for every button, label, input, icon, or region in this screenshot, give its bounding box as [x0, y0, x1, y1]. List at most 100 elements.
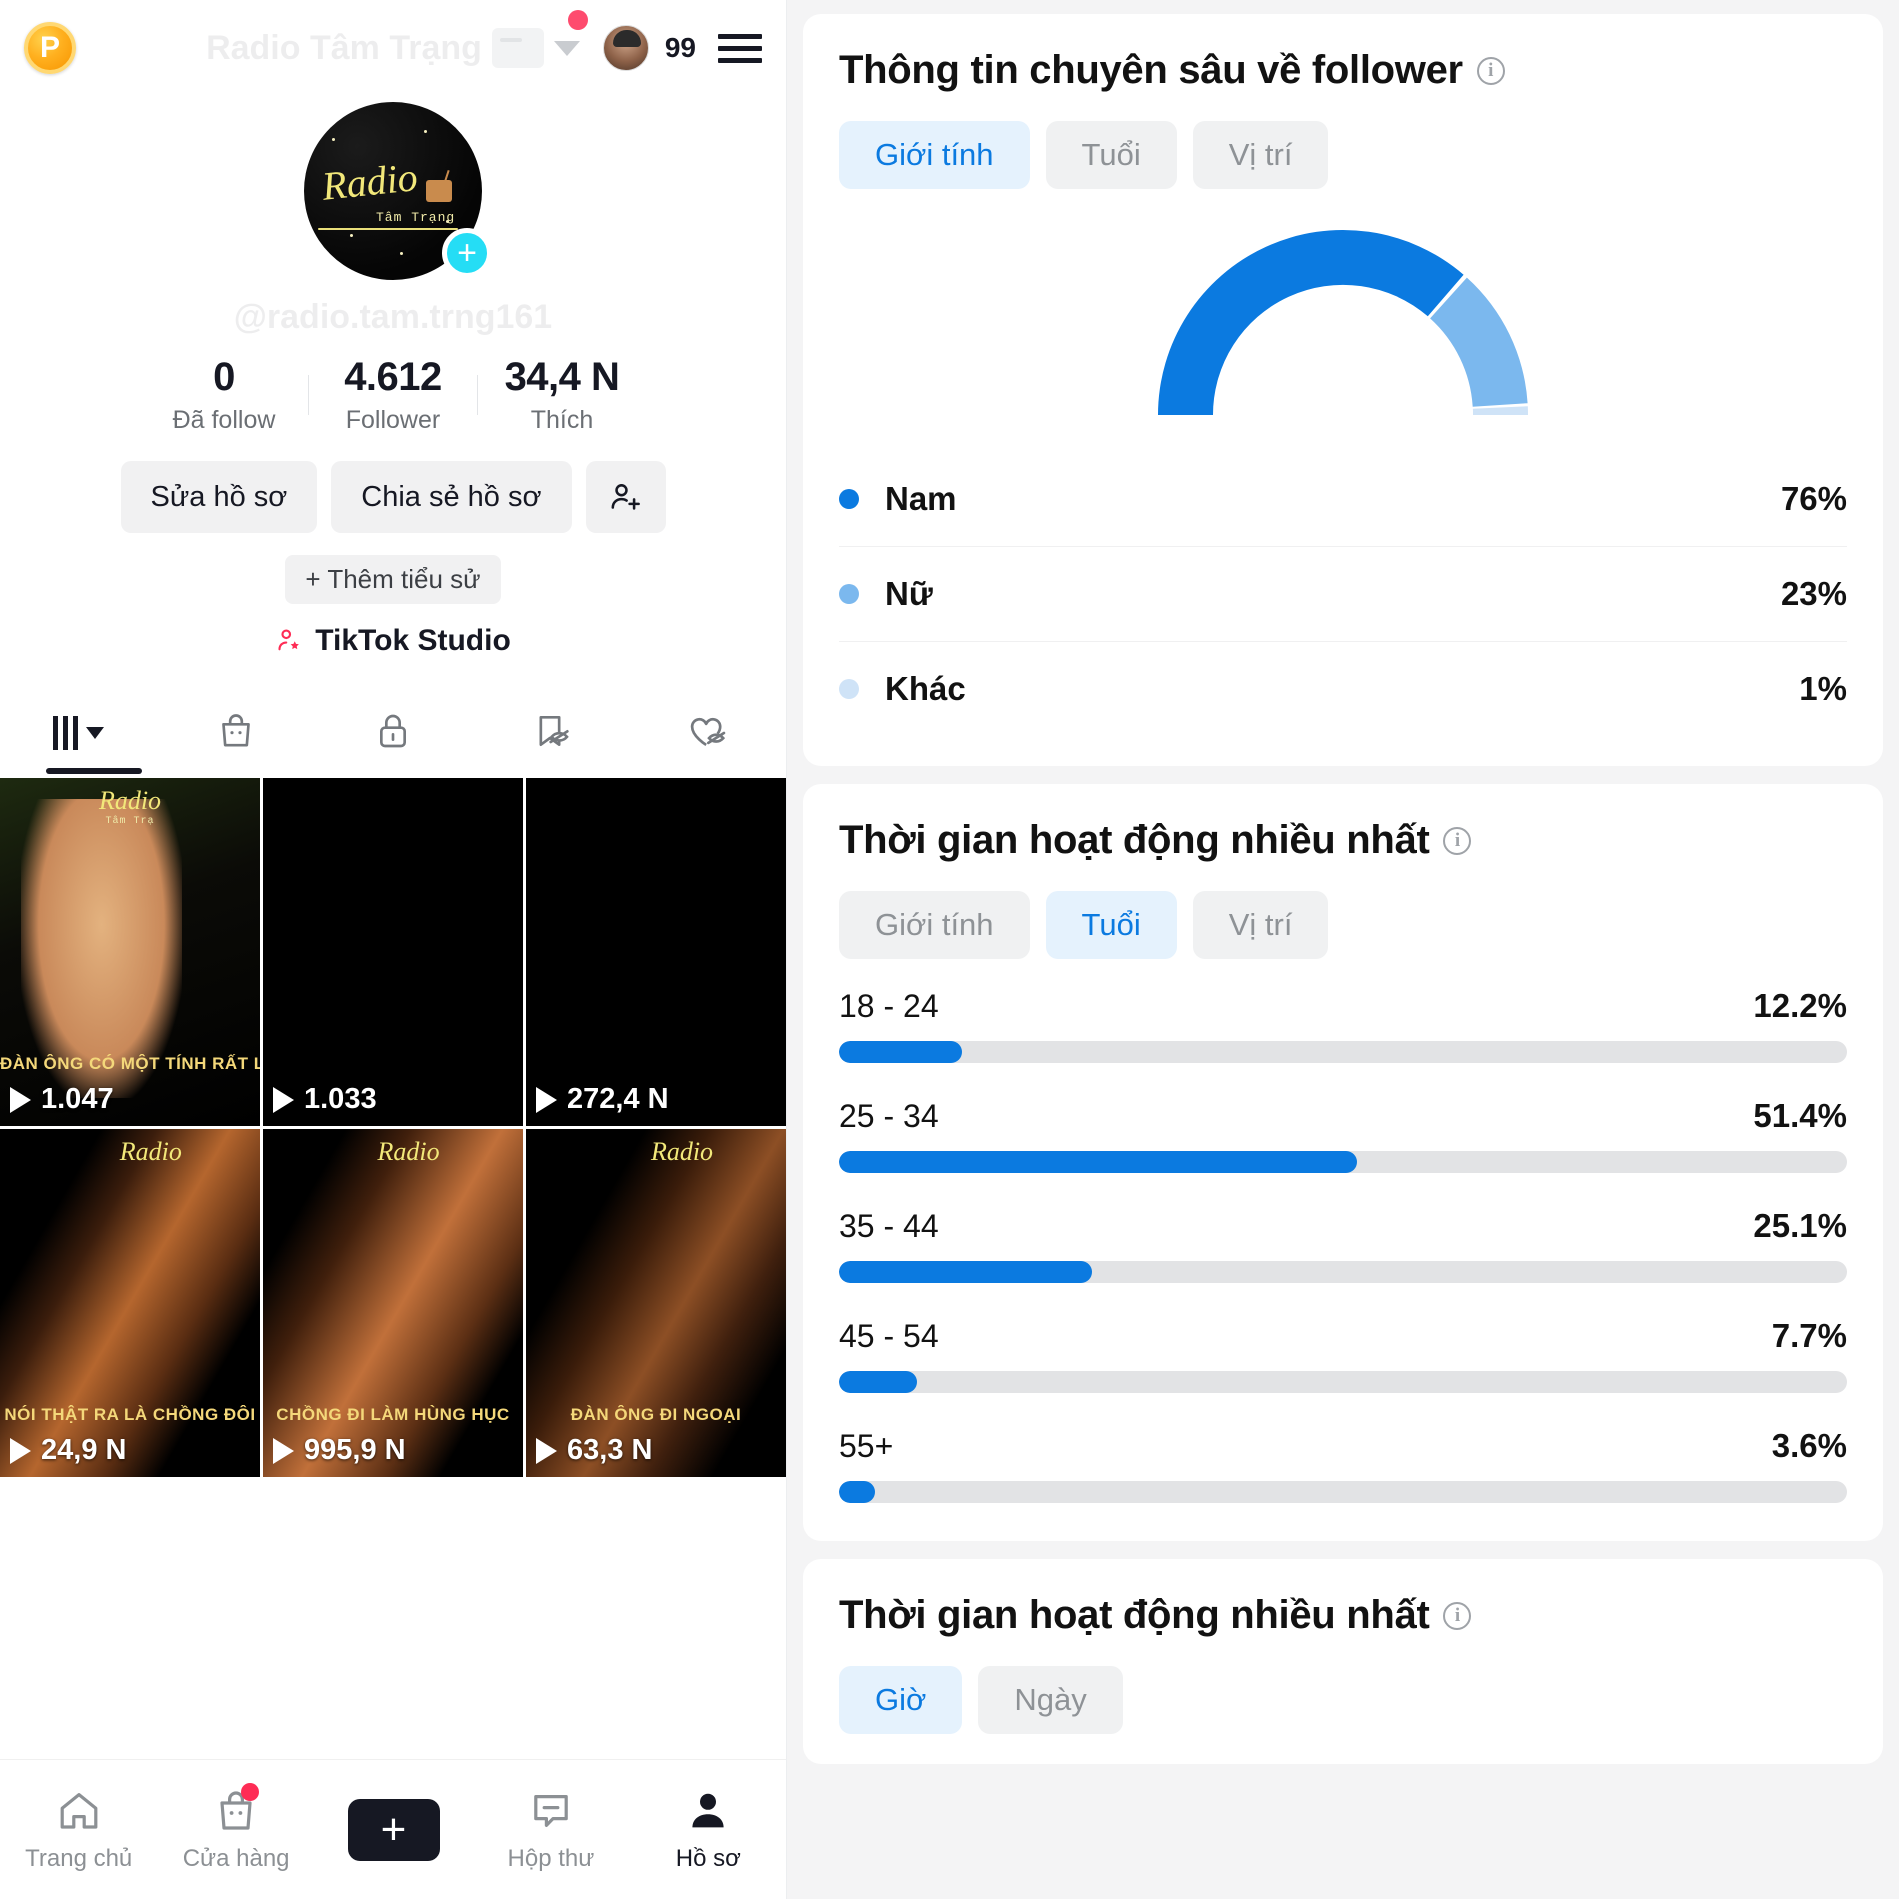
add-story-button[interactable]: + — [442, 228, 492, 278]
bar-fill — [839, 1371, 917, 1393]
video-thumbnail[interactable]: Radio Tâm Trạ ĐÀN ÔNG CÓ MỘT TÍNH RẤT LẠ … — [0, 778, 260, 1126]
legend-value: 1% — [1799, 670, 1847, 707]
chip-day[interactable]: Ngày — [978, 1666, 1123, 1734]
video-view-count: 1.047 — [10, 1083, 114, 1116]
share-profile-button[interactable]: Chia sẻ hồ sơ — [331, 461, 572, 533]
bar-fill — [839, 1151, 1358, 1173]
info-icon[interactable]: i — [1443, 826, 1472, 855]
stat-label: Thích — [530, 406, 594, 434]
video-watermark: Radio — [650, 1137, 714, 1166]
video-watermark: Radio — [119, 1137, 182, 1166]
hour-day-chip-group: Giờ Ngày — [839, 1666, 1847, 1734]
legend-value: 23% — [1780, 575, 1847, 612]
bookmark-off-icon — [530, 710, 570, 757]
inbox-icon — [534, 1794, 568, 1827]
video-view-count: 24,9 N — [10, 1434, 126, 1467]
bottom-navigation: Trang chủ Cửa hàng + Hộp thư Hồ sơ — [0, 1759, 786, 1899]
top-bar-right-group: 99 — [602, 25, 762, 71]
video-thumbnail[interactable]: 1.033 — [263, 778, 523, 1126]
bar-fill — [839, 1261, 1092, 1283]
card-title: Thời gian hoạt động nhiều nhất — [839, 1593, 1430, 1637]
age-bar-row: 45 - 54 7.7% — [839, 1317, 1847, 1393]
gender-age-location-chip-group: Giới tính Tuổi Vị trí — [839, 891, 1847, 959]
legend-item-khac: Khác 1% — [839, 641, 1847, 736]
age-bar-row: 25 - 34 51.4% — [839, 1097, 1847, 1173]
age-label: 25 - 34 — [839, 1098, 939, 1134]
chip-age[interactable]: Tuổi — [1045, 891, 1177, 959]
bar-track — [839, 1371, 1847, 1393]
legend-item-nu: Nữ 23% — [839, 546, 1847, 641]
nav-profile[interactable]: Hồ sơ — [630, 1787, 786, 1873]
play-icon — [10, 1437, 31, 1464]
bar-fill — [839, 1041, 962, 1063]
tab-saved[interactable] — [472, 710, 629, 757]
video-thumbnail[interactable]: Radio CHỒNG ĐI LÀM HÙNG HỤC 995,9 N — [263, 1129, 523, 1477]
edit-profile-button[interactable]: Sửa hồ sơ — [120, 461, 318, 533]
chevron-down-icon — [86, 727, 105, 739]
stat-label: Đã follow — [172, 406, 276, 434]
tiktok-studio-link[interactable]: TikTok Studio — [0, 624, 786, 658]
nav-create[interactable]: + — [315, 1798, 472, 1861]
video-caption: ĐÀN ÔNG CÓ MỘT TÍNH RẤT LẠ — [0, 1054, 260, 1073]
card-header: Thời gian hoạt động nhiều nhất i — [839, 1593, 1847, 1638]
app-screen: P Radio Tâm Trạng 99 Radio Tâm Trạng + @… — [0, 0, 1899, 1899]
video-watermark: Radio — [377, 1137, 440, 1166]
chevron-down-icon[interactable] — [553, 40, 580, 56]
stat-followers[interactable]: 4.612 Follower — [309, 355, 477, 435]
gender-gauge-chart — [839, 215, 1847, 430]
add-person-icon[interactable] — [585, 461, 666, 533]
tab-shop[interactable] — [157, 710, 314, 757]
chip-age[interactable]: Tuổi — [1045, 121, 1177, 189]
studio-star-person-icon — [275, 626, 305, 656]
legend-dot — [839, 679, 859, 699]
play-icon — [536, 1086, 557, 1113]
video-view-count: 63,3 N — [536, 1434, 652, 1467]
tab-posts[interactable] — [0, 716, 157, 750]
most-active-time-card: Thời gian hoạt động nhiều nhất i Giờ Ngà… — [803, 1559, 1883, 1764]
video-thumbnail[interactable]: Radio NÓI THẬT RA LÀ CHỒNG ĐÔI 24,9 N — [0, 1129, 260, 1477]
chip-hour[interactable]: Giờ — [839, 1666, 963, 1734]
video-thumbnail[interactable]: Radio ĐÀN ÔNG ĐI NGOẠI 63,3 N — [526, 1129, 786, 1477]
video-caption: ĐÀN ÔNG ĐI NGOẠI — [570, 1405, 742, 1424]
chip-location[interactable]: Vị trí — [1192, 891, 1329, 959]
profile-stats: 0 Đã follow 4.612 Follower 34,4 N Thích — [0, 355, 786, 435]
tiktok-profile-panel: P Radio Tâm Trạng 99 Radio Tâm Trạng + @… — [0, 0, 787, 1899]
chip-gender[interactable]: Giới tính — [839, 121, 1030, 189]
profile-avatar-block: Radio Tâm Trạng + @radio.tam.trng161 — [0, 102, 786, 337]
bar-fill — [839, 1481, 876, 1503]
points-coin-icon[interactable]: P — [24, 22, 76, 74]
legend-value: 76% — [1780, 480, 1847, 517]
hamburger-menu-icon[interactable] — [718, 33, 762, 63]
chip-gender[interactable]: Giới tính — [839, 891, 1030, 959]
stat-likes[interactable]: 34,4 N Thích — [478, 355, 646, 435]
nav-shop[interactable]: Cửa hàng — [157, 1782, 314, 1873]
gender-legend: Nam 76% Nữ 23% Khác 1% — [839, 452, 1847, 736]
age-value: 12.2% — [1753, 987, 1847, 1024]
tab-liked[interactable] — [629, 710, 786, 757]
create-plus-icon[interactable]: + — [339, 1798, 448, 1861]
video-thumbnail[interactable]: 272,4 N — [526, 778, 786, 1126]
bar-track — [839, 1481, 1847, 1503]
home-icon — [60, 1792, 98, 1829]
lock-icon — [373, 710, 413, 757]
avatar[interactable] — [602, 25, 649, 71]
nav-label: Hồ sơ — [675, 1844, 741, 1872]
nav-home[interactable]: Trang chủ — [0, 1787, 157, 1873]
gender-age-location-chip-group: Giới tính Tuổi Vị trí — [839, 121, 1847, 189]
add-bio-button[interactable]: + Thêm tiểu sử — [285, 555, 501, 604]
bar-track — [839, 1151, 1847, 1173]
profile-avatar-wrap[interactable]: Radio Tâm Trạng + — [304, 102, 492, 280]
nav-inbox[interactable]: Hộp thư — [472, 1787, 629, 1873]
info-icon[interactable]: i — [1443, 1601, 1472, 1630]
card-header: Thời gian hoạt động nhiều nhất i — [839, 818, 1847, 863]
tab-private[interactable] — [314, 710, 471, 757]
video-view-count: 272,4 N — [536, 1083, 669, 1116]
stat-following[interactable]: 0 Đã follow — [140, 355, 308, 435]
age-bar-row: 18 - 24 12.2% — [839, 987, 1847, 1063]
chip-location[interactable]: Vị trí — [1192, 121, 1329, 189]
nav-label: Hộp thư — [507, 1844, 595, 1872]
analytics-panel: Thông tin chuyên sâu về follower i Giới … — [787, 0, 1899, 1899]
age-bar-row: 55+ 3.6% — [839, 1427, 1847, 1503]
info-icon[interactable]: i — [1476, 56, 1505, 85]
avatar-radio-icon — [426, 180, 452, 202]
